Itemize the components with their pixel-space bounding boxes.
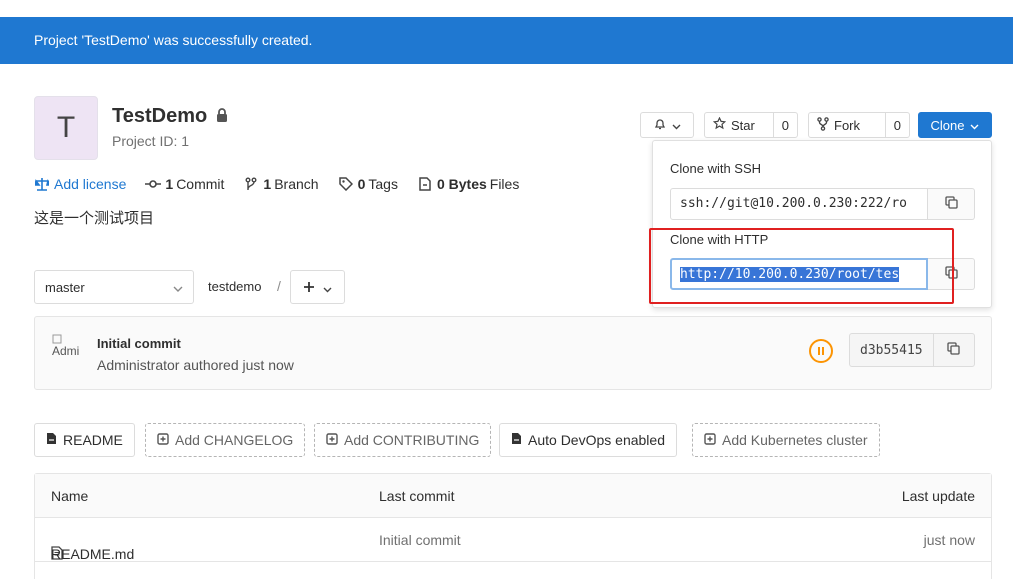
success-flash-banner: Project 'TestDemo' was successfully crea… [0,17,1013,64]
commits-stat[interactable]: 1 Commit [145,176,224,192]
file-icon [511,432,522,448]
add-kubernetes-cluster-button[interactable]: Add Kubernetes cluster [692,423,880,457]
copy-icon [944,196,958,212]
plus-square-icon [704,432,716,448]
avatar[interactable]: Admi [52,334,86,368]
fork-icon [817,116,829,134]
doc-icon [417,176,433,192]
column-header-name: Name [51,488,89,504]
add-license-link[interactable]: Add license [34,176,126,192]
chevron-down-icon [970,118,979,133]
copy-icon [947,342,960,358]
pipeline-paused-icon[interactable] [809,339,833,363]
readme-link[interactable]: README [34,423,135,457]
file-last-commit[interactable]: Initial commit [379,532,461,548]
file-icon [46,432,57,448]
commit-meta: Administrator authored just now [97,357,294,373]
column-header-last-update: Last update [901,488,975,504]
branch-icon [243,176,259,192]
file-table-header: Name Last commit Last update [35,474,991,518]
lock-icon [216,105,228,128]
commit-icon [145,176,162,192]
chevron-down-icon [323,277,332,298]
storage-stat[interactable]: 0 Bytes Files [417,176,519,192]
tag-icon [338,176,354,192]
copy-ssh-button[interactable] [928,188,975,220]
column-header-last-commit: Last commit [379,488,455,504]
commit-sha: d3b55415 [849,333,975,367]
project-title: TestDemo [112,105,228,128]
copy-sha-button[interactable] [934,342,974,358]
clone-ssh-label: Clone with SSH [670,161,762,176]
commit-sha-label[interactable]: d3b55415 [850,334,934,366]
project-description: 这是一个测试项目 [34,210,155,227]
chevron-down-icon [672,118,681,133]
star-icon [712,116,727,133]
add-file-dropdown-button[interactable] [290,270,345,304]
clone-dropdown-button[interactable]: Clone [918,112,992,138]
table-row[interactable]: README.md Initial commit just now [35,518,991,562]
breadcrumb-project[interactable]: testdemo [208,279,261,294]
commit-title[interactable]: Initial commit [97,336,181,351]
scale-icon [34,176,50,192]
clone-ssh-input[interactable]: ssh://git@10.200.0.230:222/ro [670,188,928,220]
file-table: Name Last commit Last update README.md I… [34,473,992,579]
star-count[interactable]: 0 [772,113,797,137]
auto-devops-link[interactable]: Auto DevOps enabled [499,423,677,457]
file-last-update: just now [923,532,975,548]
plus-icon [303,277,315,298]
plus-square-icon [157,432,169,448]
branches-stat[interactable]: 1 Branch [243,176,319,192]
plus-square-icon [326,432,338,448]
branch-selector[interactable]: master [34,270,194,304]
notification-dropdown-button[interactable] [640,112,694,138]
tags-stat[interactable]: 0 Tags [338,176,398,192]
fork-button[interactable]: Fork 0 [808,112,910,138]
chevron-down-icon [173,280,183,295]
breadcrumb-separator: / [277,278,281,294]
project-name[interactable]: TestDemo [112,105,207,128]
add-changelog-button[interactable]: Add CHANGELOG [145,423,306,457]
annotation-highlight-box [649,228,954,304]
fork-count[interactable]: 0 [884,113,909,137]
bell-icon [654,118,666,133]
project-stats: Add license 1 Commit 1 Branch 0 Tags 0 B… [34,174,538,194]
project-id: Project ID: 1 [112,133,190,149]
add-contributing-button[interactable]: Add CONTRIBUTING [314,423,492,457]
project-avatar: T [34,96,98,160]
last-commit-panel: Admi Initial commit Administrator author… [34,316,992,390]
star-button[interactable]: Star 0 [704,112,798,138]
